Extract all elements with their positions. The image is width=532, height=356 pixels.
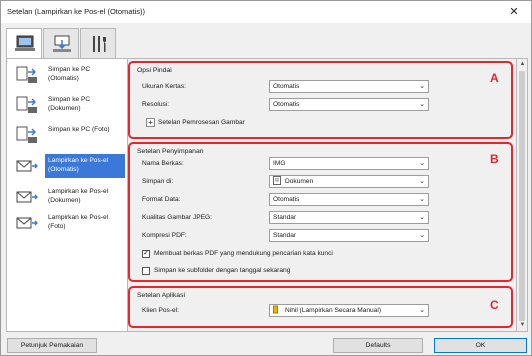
searchable-pdf-checkbox[interactable]: ✓ [142, 250, 150, 258]
image-processing-label[interactable]: Setelan Pemrosesan Gambar [158, 119, 245, 126]
paper-size-select[interactable]: Otomatis ⌄ [269, 80, 429, 93]
pdf-compression-value: Standar [273, 232, 297, 239]
close-icon[interactable]: ✕ [501, 4, 527, 20]
chevron-down-icon: ⌄ [419, 101, 425, 108]
filename-select[interactable]: IMG ⌄ [269, 157, 429, 170]
filename-label: Nama Berkas: [142, 160, 184, 167]
tab-scan-from-panel[interactable] [43, 28, 79, 58]
save-in-label: Simpan di: [142, 178, 174, 185]
title-bar: Setelan (Lampirkan ke Pos-el (Otomatis))… [1, 1, 531, 23]
scan-to-pc-icon [16, 66, 37, 83]
searchable-pdf-label[interactable]: Membuat berkas PDF yang mendukung pencar… [154, 250, 333, 257]
sidebar-item-save-pc-photo[interactable]: Simpan ke PC (Foto) [7, 121, 127, 149]
tab-general-settings[interactable] [80, 28, 116, 58]
sidebar-item-label: Simpan ke PC (Foto) [48, 126, 110, 133]
sidebar-item-email-document[interactable]: Lampirkan ke Pos-el (Dokumen) [7, 183, 127, 211]
paper-size-label: Ukuran Kertas: [142, 83, 186, 90]
save-in-select[interactable]: Dokumen ⌄ [269, 175, 429, 188]
section-letter-c: C [490, 298, 499, 312]
chevron-down-icon: ⌄ [419, 178, 425, 185]
save-in-value: Dokumen [285, 178, 314, 185]
sidebar-item-label: Lampirkan ke Pos-el (Otomatis) [45, 154, 125, 178]
scan-to-pc-icon [16, 96, 37, 113]
sidebar-item-save-pc-auto[interactable]: Simpan ke PC (Otomatis) [7, 61, 127, 89]
email-client-label: Klien Pos-el: [142, 307, 180, 314]
tools-icon [93, 36, 106, 52]
expand-plus-icon[interactable]: + [146, 118, 155, 127]
resolution-select[interactable]: Otomatis ⌄ [269, 98, 429, 111]
chevron-down-icon: ⌄ [419, 232, 425, 239]
ok-button[interactable]: OK [434, 338, 527, 353]
computer-icon [15, 35, 35, 51]
sidebar-item-label: Lampirkan ke Pos-el (Dokumen) [48, 188, 109, 204]
section-letter-a: A [490, 71, 499, 85]
format-select[interactable]: Otomatis ⌄ [269, 193, 429, 206]
scroll-thumb[interactable] [519, 71, 525, 321]
scan-to-pc-icon [16, 126, 37, 143]
resolution-value: Otomatis [273, 101, 300, 108]
email-client-select[interactable]: Nihil (Lampirkan Secara Manual) ⌄ [269, 304, 429, 317]
chevron-down-icon: ⌄ [419, 214, 425, 221]
instructions-button[interactable]: Petunjuk Pemakaian [7, 338, 97, 353]
filename-value: IMG [273, 160, 286, 167]
email-client-icon [273, 305, 278, 314]
chevron-down-icon: ⌄ [419, 83, 425, 90]
email-client-value: Nihil (Lampirkan Secara Manual) [285, 307, 382, 314]
format-label: Format Data: [142, 196, 181, 203]
subfolder-checkbox[interactable] [142, 267, 150, 275]
section-letter-b: B [490, 152, 499, 166]
resolution-label: Resolusi: [142, 101, 170, 108]
vertical-scrollbar[interactable]: ▲ ▼ [517, 58, 528, 332]
sidebar-item-email-auto[interactable]: Lampirkan ke Pos-el (Otomatis) [7, 152, 127, 180]
paper-size-value: Otomatis [273, 83, 300, 90]
jpeg-quality-value: Standar [273, 214, 297, 221]
scroll-up-icon[interactable]: ▲ [518, 60, 527, 69]
defaults-button[interactable]: Defaults [333, 338, 423, 353]
sidebar-item-email-photo[interactable]: Lampirkan ke Pos-el (Foto) [7, 209, 127, 237]
pdf-compression-label: Kompresi PDF: [142, 232, 187, 239]
settings-window: Setelan (Lampirkan ke Pos-el (Otomatis))… [0, 0, 532, 356]
chevron-down-icon: ⌄ [419, 307, 425, 314]
scroll-down-icon[interactable]: ▼ [518, 321, 527, 330]
scanner-icon [53, 35, 71, 52]
tab-scan-from-computer[interactable] [6, 28, 42, 59]
application-settings-title: Setelan Aplikasi [137, 292, 185, 299]
chevron-down-icon: ⌄ [419, 160, 425, 167]
pdf-compression-select[interactable]: Standar ⌄ [269, 229, 429, 242]
scan-options-title: Opsi Pindai [137, 67, 172, 74]
chevron-down-icon: ⌄ [419, 196, 425, 203]
documents-folder-icon [273, 176, 281, 185]
sidebar-item-label: Simpan ke PC (Otomatis) [48, 66, 91, 82]
window-title: Setelan (Lampirkan ke Pos-el (Otomatis)) [7, 7, 145, 16]
email-attach-icon [16, 217, 38, 229]
scan-type-list: Simpan ke PC (Otomatis) Simpan ke PC (Do… [6, 58, 128, 332]
format-value: Otomatis [273, 196, 300, 203]
jpeg-quality-label: Kualitas Gambar JPEG: [142, 214, 212, 221]
sidebar-item-save-pc-document[interactable]: Simpan ke PC (Dokumen) [7, 91, 127, 119]
save-settings-title: Setelan Penyimpanan [137, 148, 204, 155]
subfolder-label[interactable]: Simpan ke subfolder dengan tanggal sekar… [154, 267, 290, 274]
jpeg-quality-select[interactable]: Standar ⌄ [269, 211, 429, 224]
email-attach-icon [16, 160, 38, 172]
email-attach-icon [16, 191, 38, 203]
sidebar-item-label: Simpan ke PC (Dokumen) [48, 96, 91, 112]
sidebar-item-label: Lampirkan ke Pos-el (Foto) [48, 214, 109, 230]
